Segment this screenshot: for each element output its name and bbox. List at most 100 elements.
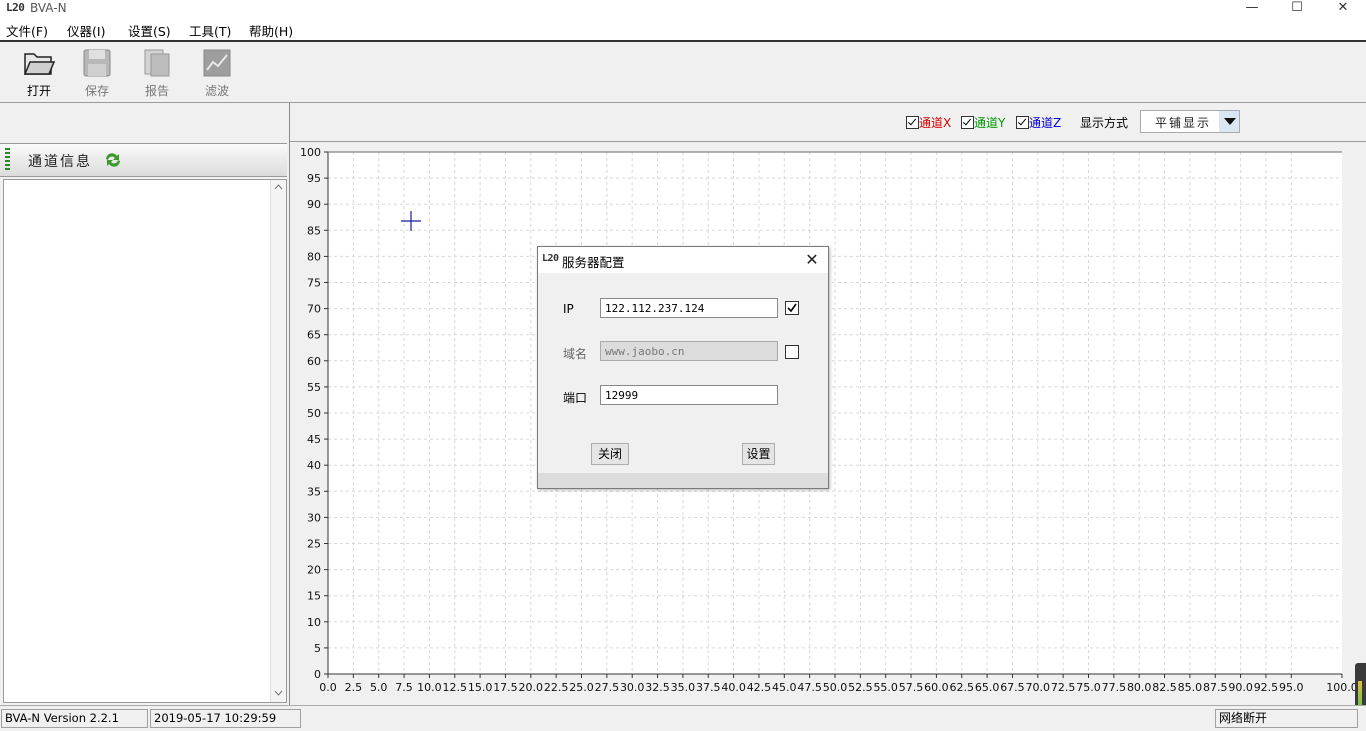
x-tick-label: 57.5 [899, 681, 924, 694]
x-tick-label: 55.0 [873, 681, 898, 694]
save-label: 保存 [84, 84, 109, 98]
save-button[interactable]: 保存 [75, 48, 119, 99]
display-mode-select[interactable]: 平铺显示 [1140, 110, 1240, 133]
x-tick-label: 20.0 [519, 681, 544, 694]
x-tick-label: 0.0 [319, 681, 337, 694]
x-tick-label: 37.5 [696, 681, 721, 694]
x-tick-label: 27.5 [595, 681, 620, 694]
channel-y-label: 通道Y [974, 116, 1006, 130]
domain-label: 域名 [563, 347, 588, 361]
y-tick-label: 35 [307, 485, 321, 498]
x-tick-label: 90.0 [1228, 681, 1253, 694]
scroll-up-icon[interactable] [274, 184, 283, 190]
y-tick-label: 20 [307, 564, 321, 577]
channel-controls: 通道X 通道Y 通道Z 显示方式 平铺显示 [290, 103, 1366, 142]
window-close-button[interactable]: ✕ [1320, 0, 1366, 18]
x-tick-label: 87.5 [1203, 681, 1228, 694]
server-config-dialog: L20 服务器配置 ✕ IP 域名 端口 关闭 设置 [537, 246, 829, 489]
x-tick-label: 62.5 [950, 681, 975, 694]
y-tick-label: 65 [307, 329, 321, 342]
status-version: BVA-N Version 2.2.1 [1, 709, 148, 728]
x-tick-label: 32.5 [645, 681, 670, 694]
menu-help[interactable]: 帮助(H) [249, 21, 293, 40]
channel-x-label: 通道X [919, 116, 952, 130]
x-tick-label: 77.5 [1102, 681, 1127, 694]
y-tick-label: 5 [314, 642, 321, 655]
channel-z-checkbox[interactable] [1016, 116, 1029, 129]
x-tick-label: 75.0 [1076, 681, 1101, 694]
port-label: 端口 [563, 391, 588, 405]
x-tick-label: 2.5 [345, 681, 363, 694]
x-tick-label: 85.0 [1178, 681, 1203, 694]
y-tick-label: 10 [307, 616, 321, 629]
channel-x-checkbox[interactable] [906, 116, 919, 129]
x-tick-label: 72.5 [1051, 681, 1076, 694]
menu-file[interactable]: 文件(F) [6, 21, 48, 40]
x-tick-label: 12.5 [443, 681, 468, 694]
scroll-down-icon[interactable] [274, 690, 283, 696]
x-tick-label: 47.5 [797, 681, 822, 694]
x-tick-label: 52.5 [848, 681, 873, 694]
x-tick-label: 42.5 [747, 681, 772, 694]
x-tick-label: 100.0 [1326, 681, 1358, 694]
channel-y-toggle[interactable]: 通道Y [961, 114, 1005, 131]
set-button[interactable]: 设置 [742, 443, 775, 465]
ip-input[interactable] [600, 298, 778, 318]
domain-checkbox[interactable] [785, 345, 799, 359]
report-icon [144, 49, 170, 77]
channel-list-scrollbar[interactable] [270, 180, 286, 702]
menu-tools[interactable]: 工具(T) [189, 21, 231, 40]
dialog-footer [538, 473, 828, 488]
x-tick-label: 67.5 [1000, 681, 1024, 694]
x-tick-label: 70.0 [1026, 681, 1051, 694]
channel-info-panel: 通道信息 [0, 103, 290, 705]
x-tick-label: 65.0 [975, 681, 1000, 694]
chevron-down-icon[interactable] [1219, 111, 1239, 132]
x-tick-label: 45.0 [772, 681, 797, 694]
checkmark-icon [787, 303, 797, 313]
open-label: 打开 [26, 84, 51, 98]
close-button[interactable]: 关闭 [591, 443, 629, 465]
channel-y-checkbox[interactable] [961, 116, 974, 129]
report-button[interactable]: 报告 [135, 48, 179, 99]
ip-checkbox[interactable] [785, 301, 799, 315]
x-tick-label: 7.5 [395, 681, 413, 694]
domain-input[interactable] [600, 341, 778, 361]
menu-settings[interactable]: 设置(S) [128, 21, 171, 40]
y-tick-label: 80 [307, 250, 321, 263]
menu-instrument[interactable]: 仪器(I) [67, 21, 105, 40]
x-tick-label: 10.0 [417, 681, 442, 694]
panel-grip[interactable] [5, 148, 10, 172]
channel-x-toggle[interactable]: 通道X [906, 114, 951, 131]
report-label: 报告 [144, 84, 169, 98]
y-tick-label: 0 [314, 668, 321, 681]
dialog-title-bar: L20 服务器配置 ✕ [538, 247, 828, 273]
maximize-button[interactable]: ☐ [1274, 0, 1320, 18]
x-tick-label: 40.0 [721, 681, 746, 694]
y-tick-label: 30 [307, 511, 321, 524]
channel-info-header: 通道信息 [0, 143, 287, 177]
open-button[interactable]: 打开 [17, 48, 61, 99]
y-tick-label: 70 [307, 303, 321, 316]
dialog-logo: L20 [542, 253, 559, 264]
x-tick-label: 5.0 [370, 681, 388, 694]
dialog-close-icon[interactable]: ✕ [800, 249, 824, 271]
x-tick-label: 22.5 [544, 681, 569, 694]
chart-grid [328, 152, 1342, 674]
dialog-title: 服务器配置 [562, 255, 625, 270]
refresh-arrows-icon[interactable] [103, 150, 123, 170]
y-tick-label: 60 [307, 355, 321, 368]
status-network: 网络断开 [1215, 709, 1358, 728]
channel-z-toggle[interactable]: 通道Z [1016, 114, 1061, 131]
port-input[interactable] [600, 385, 778, 405]
filter-button[interactable]: 滤波 [195, 48, 239, 99]
minimize-button[interactable]: — [1229, 0, 1275, 18]
y-tick-label: 25 [307, 538, 321, 551]
toolbar: 打开 保存 报告 滤波 [0, 42, 1366, 103]
menu-bar: 文件(F) 仪器(I) 设置(S) 工具(T) 帮助(H) [0, 18, 1366, 42]
x-tick-label: 15.0 [468, 681, 493, 694]
channel-list[interactable] [3, 179, 287, 703]
status-bar: BVA-N Version 2.2.1 2019-05-17 10:29:59 … [0, 705, 1366, 731]
channel-z-label: 通道Z [1029, 116, 1062, 130]
x-tick-label: 92.5 [1254, 681, 1279, 694]
